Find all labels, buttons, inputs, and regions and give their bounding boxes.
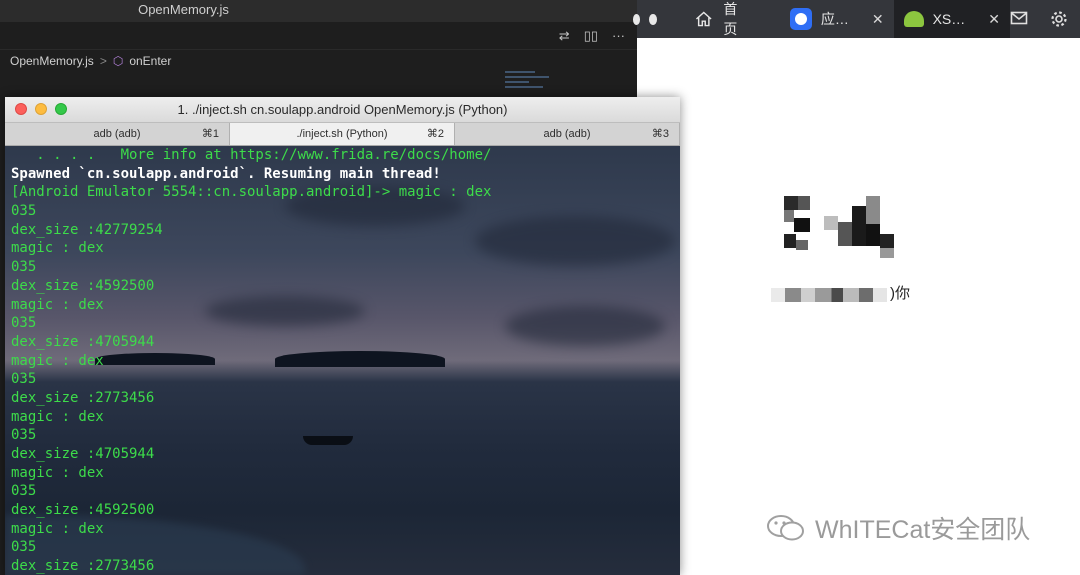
close-icon[interactable]: ✕: [988, 11, 1000, 28]
terminal-line: magic : dex: [11, 408, 104, 425]
breadcrumb-separator: >: [99, 54, 107, 68]
browser-actions: [1010, 10, 1080, 28]
terminal-output[interactable]: . . . . More info at https://www.frida.r…: [5, 146, 680, 575]
blurred-text: [771, 288, 887, 302]
terminal-line: dex_size :42779254: [11, 221, 163, 238]
terminal-line: magic : dex: [11, 464, 104, 481]
terminal-line: magic : dex: [11, 520, 104, 537]
tab-adb-3[interactable]: adb (adb) ⌘3: [455, 123, 680, 145]
terminal-line: 035: [11, 259, 37, 276]
home-icon: [695, 11, 712, 27]
split-editor-icon[interactable]: ▯▯: [584, 28, 598, 44]
close-button[interactable]: [15, 103, 27, 115]
more-icon[interactable]: ···: [612, 28, 625, 43]
terminal-line: dex_size :4592500: [11, 277, 155, 294]
terminal-line: dex_size :4705944: [11, 446, 155, 462]
window-controls: [15, 103, 67, 115]
terminal-title: 1. ./inject.sh cn.soulapp.android OpenMe…: [177, 102, 508, 117]
tab-label: 应…: [820, 11, 849, 27]
browser-tabbar: 首页 应… ✕ XS… ✕: [633, 0, 1080, 38]
gear-icon[interactable]: [1050, 10, 1068, 28]
watermark: WhITECat安全团队: [765, 510, 1030, 546]
tab-xs[interactable]: XS… ✕: [893, 0, 1010, 38]
window-control-icon[interactable]: [649, 13, 657, 25]
minimap[interactable]: [505, 68, 555, 98]
app-logo-pixelated: [784, 192, 908, 262]
editor-title: OpenMemory.js: [0, 0, 637, 22]
tab-app[interactable]: 应… ✕: [780, 0, 894, 38]
tab-shortcut: ⌘3: [651, 128, 669, 140]
source-control-icon[interactable]: ⇄: [559, 28, 570, 44]
terminal-line: magic : dex: [11, 296, 104, 313]
terminal-line: 035: [11, 315, 37, 332]
bg-cloud: [505, 306, 665, 346]
breadcrumb-file[interactable]: OpenMemory.js: [10, 54, 94, 68]
terminal-tabs: adb (adb) ⌘1 ./inject.sh (Python) ⌘2 adb (…: [5, 122, 680, 146]
tab-home[interactable]: 首页: [685, 0, 754, 38]
tab-shortcut: ⌘1: [201, 128, 219, 140]
zoom-button[interactable]: [55, 103, 67, 115]
terminal-line: 035: [11, 483, 37, 500]
watermark-text: WhITECat安全团队: [815, 516, 1031, 544]
terminal-line: dex_size :4592500: [11, 502, 155, 519]
editor-actions: ⇄ ▯▯ ···: [0, 22, 637, 50]
partial-text: )你: [890, 285, 910, 302]
cube-icon: ⬡: [112, 54, 124, 68]
tab-label: XS…: [932, 11, 966, 27]
close-icon[interactable]: ✕: [872, 11, 884, 28]
terminal-line: . . . . More info at https://www.frida.r…: [11, 147, 492, 163]
terminal-line: dex_size :4705944: [11, 333, 155, 350]
terminal-line: 035: [11, 203, 37, 220]
tab-label: 首页: [723, 1, 738, 37]
bg-cloud: [475, 216, 675, 266]
tab-label: adb (adb): [543, 128, 591, 140]
terminal-lines: . . . . More info at https://www.frida.r…: [11, 146, 491, 575]
window-control-icon[interactable]: [633, 13, 641, 25]
app-icon: [789, 8, 812, 30]
terminal-titlebar: 1. ./inject.sh cn.soulapp.android OpenMe…: [5, 97, 680, 122]
terminal-window: 1. ./inject.sh cn.soulapp.android OpenMe…: [5, 97, 680, 575]
tab-label: ./inject.sh (Python): [296, 128, 388, 140]
tab-adb-1[interactable]: adb (adb) ⌘1: [5, 123, 230, 145]
mail-icon[interactable]: [1010, 10, 1028, 26]
breadcrumb-symbol[interactable]: onEnter: [129, 54, 171, 68]
minimize-button[interactable]: [35, 103, 47, 115]
tab-shortcut: ⌘2: [426, 128, 444, 140]
desktop: OpenMemory.js ⇄ ▯▯ ··· OpenMemory.js > ⬡…: [0, 0, 1080, 575]
terminal-line: magic : dex: [11, 240, 104, 257]
android-icon: [903, 11, 924, 27]
terminal-line: dex_size :2773456: [11, 389, 155, 406]
terminal-line: 035: [11, 427, 37, 444]
tab-inject[interactable]: ./inject.sh (Python) ⌘2: [230, 123, 455, 145]
terminal-line: dex_size :2773456: [11, 558, 155, 575]
terminal-line: [Android Emulator 5554::cn.soulapp.andro…: [11, 184, 492, 201]
terminal-line: Spawned `cn.soulapp.android`. Resuming m…: [11, 165, 441, 182]
terminal-line: 035: [11, 539, 37, 556]
terminal-line: magic : dex: [11, 352, 104, 369]
wechat-icon: [767, 515, 804, 541]
terminal-line: 035: [11, 371, 37, 388]
tab-label: adb (adb): [93, 128, 141, 140]
